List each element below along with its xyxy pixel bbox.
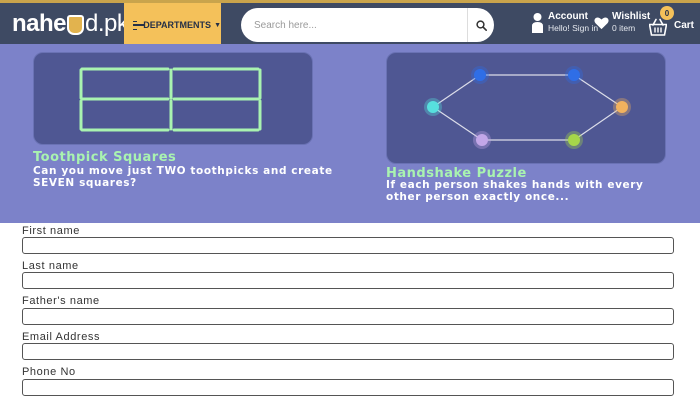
graph-node bbox=[474, 69, 486, 81]
departments-button[interactable]: DEPARTMENTS ▼ bbox=[124, 3, 221, 47]
phone-no-label: Phone No bbox=[22, 366, 76, 378]
registration-form: First name Last name Father's name Email… bbox=[0, 223, 700, 400]
cart-label: Cart bbox=[674, 20, 695, 31]
phone-no-input[interactable] bbox=[22, 379, 674, 396]
account-title: Account bbox=[548, 11, 588, 22]
email-address-input[interactable] bbox=[22, 343, 674, 360]
account-link[interactable]: Account Hello! Sign in bbox=[531, 11, 598, 34]
first-name-label: First name bbox=[22, 225, 80, 237]
shopping-basket-icon bbox=[649, 18, 667, 36]
fathers-name-input[interactable] bbox=[22, 308, 674, 325]
puzzle-description: Can you move just TWO toothpicks and cre… bbox=[33, 165, 333, 189]
wishlist-title: Wishlist bbox=[612, 11, 651, 22]
puzzle-title: Toothpick Squares bbox=[33, 150, 177, 165]
wishlist-subtitle: 0 item bbox=[612, 23, 636, 33]
handshake-puzzle-card bbox=[386, 52, 666, 164]
cart-link[interactable]: 0 Cart bbox=[649, 6, 695, 38]
caret-down-icon: ▼ bbox=[214, 21, 221, 29]
cart-icon-wrap: 0 bbox=[649, 6, 674, 38]
graph-node bbox=[616, 101, 628, 113]
logo-bag-icon bbox=[67, 15, 85, 35]
departments-label: DEPARTMENTS bbox=[143, 20, 212, 30]
last-name-input[interactable] bbox=[22, 272, 674, 289]
wishlist-link[interactable]: Wishlist 0 item bbox=[594, 11, 650, 34]
hamburger-menu-icon bbox=[133, 20, 145, 30]
search-input[interactable] bbox=[241, 8, 467, 42]
graph-node bbox=[427, 101, 439, 113]
graph-node bbox=[568, 134, 580, 146]
graph-node bbox=[568, 69, 580, 81]
cart-count-badge: 0 bbox=[660, 6, 674, 20]
toothpick-squares-illustration bbox=[79, 67, 262, 132]
first-name-input[interactable] bbox=[22, 237, 674, 254]
last-name-label: Last name bbox=[22, 260, 79, 272]
toothpick-puzzle-card bbox=[33, 52, 313, 145]
search-button[interactable] bbox=[467, 8, 494, 42]
graph-node bbox=[476, 134, 488, 146]
logo-text-start: nahe bbox=[12, 10, 67, 37]
user-icon bbox=[532, 12, 543, 33]
search-icon bbox=[475, 19, 487, 31]
fathers-name-label: Father's name bbox=[22, 295, 100, 307]
search-bar bbox=[241, 8, 494, 42]
heart-icon bbox=[594, 16, 609, 29]
site-logo[interactable]: nahe d.pk bbox=[12, 7, 129, 41]
email-address-label: Email Address bbox=[22, 331, 101, 343]
account-subtitle: Hello! Sign in bbox=[548, 23, 599, 33]
handshake-graph-illustration bbox=[424, 66, 631, 149]
logo-text-end: d.pk bbox=[85, 10, 129, 37]
top-navigation-bar: nahe d.pk DEPARTMENTS ▼ Account Hello! S… bbox=[0, 0, 700, 47]
puzzle-description: If each person shakes hands with every o… bbox=[386, 179, 644, 203]
puzzle-banner: Toothpick Squares Can you move just TWO … bbox=[0, 44, 700, 223]
